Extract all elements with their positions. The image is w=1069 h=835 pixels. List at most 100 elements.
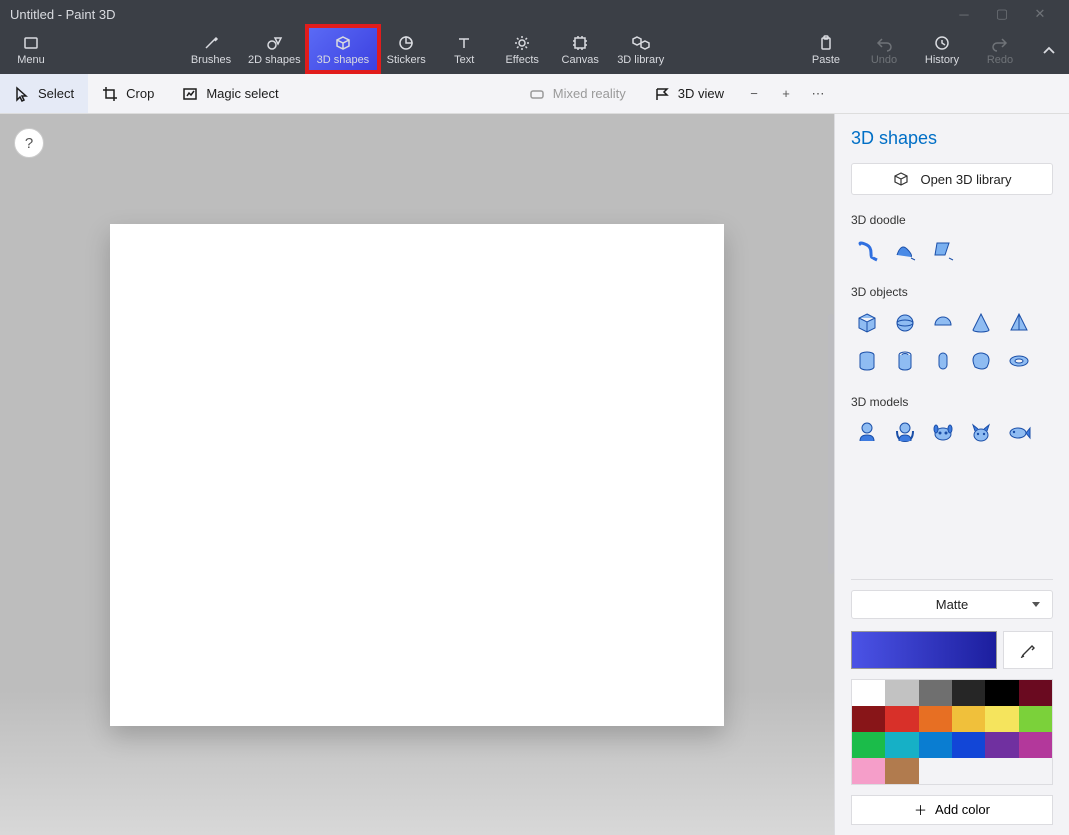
shapes2d-icon — [265, 34, 283, 52]
menu-label: Menu — [17, 54, 45, 66]
3d-shapes-tab[interactable]: 3D shapes — [309, 28, 378, 74]
capsule-tool[interactable] — [927, 345, 959, 377]
stickers-tab[interactable]: Stickers — [377, 28, 435, 74]
hemisphere-tool[interactable] — [927, 307, 959, 339]
effects-tab[interactable]: Effects — [493, 28, 551, 74]
magic-select-icon — [182, 86, 198, 102]
add-color-button[interactable]: ＋ Add color — [851, 795, 1053, 825]
maximize-button[interactable]: ▢ — [983, 0, 1021, 28]
minimize-button[interactable]: ─ — [945, 0, 983, 28]
color-swatch[interactable] — [852, 732, 885, 758]
stickers-label: Stickers — [387, 54, 426, 66]
3d-doodle-label: 3D doodle — [851, 213, 1053, 227]
cone-tool[interactable] — [965, 307, 997, 339]
main-area: ? 3D shapes Open 3D library 3D doodle 3D… — [0, 114, 1069, 835]
crop-tool[interactable]: Crop — [88, 74, 168, 113]
window-title: Untitled - Paint 3D — [10, 7, 116, 22]
color-swatch[interactable] — [919, 680, 952, 706]
sphere-tool[interactable] — [889, 307, 921, 339]
collapse-ribbon-button[interactable] — [1029, 28, 1069, 74]
open-library-label: Open 3D library — [920, 172, 1011, 187]
ribbon: Menu Brushes 2D shapes 3D shapes Sticker… — [0, 28, 1069, 74]
effects-icon — [513, 34, 531, 52]
mixed-reality-icon — [529, 86, 545, 102]
magic-select-tool[interactable]: Magic select — [168, 74, 292, 113]
color-palette — [851, 679, 1053, 785]
color-swatch[interactable] — [885, 758, 918, 784]
scrollbar[interactable] — [828, 314, 834, 574]
doodle-soft-tool[interactable] — [927, 235, 959, 267]
history-button[interactable]: History — [913, 28, 971, 74]
brush-icon — [202, 34, 220, 52]
man-model-tool[interactable] — [851, 417, 883, 449]
text-tab[interactable]: Text — [435, 28, 493, 74]
eyedropper-button[interactable] — [1003, 631, 1053, 669]
undo-label: Undo — [871, 54, 897, 66]
dog-model-tool[interactable] — [927, 417, 959, 449]
pyramid-tool[interactable] — [1003, 307, 1035, 339]
color-swatch[interactable] — [985, 706, 1018, 732]
color-swatch[interactable] — [852, 680, 885, 706]
color-swatch[interactable] — [1019, 732, 1052, 758]
2d-shapes-label: 2D shapes — [248, 54, 301, 66]
color-swatch[interactable] — [852, 706, 885, 732]
canvas-area[interactable]: ? — [0, 114, 834, 835]
open-3d-library-button[interactable]: Open 3D library — [851, 163, 1053, 195]
panel-title: 3D shapes — [851, 128, 1053, 149]
3d-view-label: 3D view — [678, 86, 724, 101]
text-icon — [455, 34, 473, 52]
3d-objects-label: 3D objects — [851, 285, 1053, 299]
color-swatch[interactable] — [885, 706, 918, 732]
current-color-swatch[interactable] — [851, 631, 997, 669]
brushes-tab[interactable]: Brushes — [182, 28, 240, 74]
zoom-out-button[interactable]: − — [738, 78, 770, 110]
library-label: 3D library — [617, 54, 664, 66]
mixed-reality-button[interactable]: Mixed reality — [515, 74, 640, 113]
cube-tool[interactable] — [851, 307, 883, 339]
select-tool[interactable]: Select — [0, 74, 88, 113]
more-button[interactable]: ⋯ — [802, 78, 834, 110]
chevron-up-icon — [1042, 44, 1056, 58]
color-swatch[interactable] — [952, 706, 985, 732]
library-icon — [632, 34, 650, 52]
plus-icon: ＋ — [914, 800, 927, 819]
undo-button[interactable]: Undo — [855, 28, 913, 74]
canvas[interactable] — [110, 224, 724, 726]
crop-label: Crop — [126, 86, 154, 101]
canvas-label: Canvas — [562, 54, 599, 66]
doodle-tube-tool[interactable] — [851, 235, 883, 267]
fish-model-tool[interactable] — [1003, 417, 1035, 449]
color-swatch[interactable] — [952, 732, 985, 758]
color-swatch[interactable] — [885, 680, 918, 706]
doodle-sharp-tool[interactable] — [889, 235, 921, 267]
material-label: Matte — [936, 597, 969, 612]
curved-cylinder-tool[interactable] — [965, 345, 997, 377]
material-select[interactable]: Matte — [851, 590, 1053, 619]
close-button[interactable]: ✕ — [1021, 0, 1059, 28]
color-swatch[interactable] — [985, 732, 1018, 758]
help-button[interactable]: ? — [14, 128, 44, 158]
color-swatch[interactable] — [1019, 680, 1052, 706]
cat-model-tool[interactable] — [965, 417, 997, 449]
color-swatch[interactable] — [1019, 706, 1052, 732]
color-swatch[interactable] — [919, 706, 952, 732]
3d-library-tab[interactable]: 3D library — [609, 28, 672, 74]
menu-button[interactable]: Menu — [0, 28, 62, 74]
canvas-tab[interactable]: Canvas — [551, 28, 609, 74]
cylinder-tool[interactable] — [851, 345, 883, 377]
torus-tool[interactable] — [1003, 345, 1035, 377]
paste-button[interactable]: Paste — [797, 28, 855, 74]
text-label: Text — [454, 54, 474, 66]
woman-model-tool[interactable] — [889, 417, 921, 449]
zoom-in-button[interactable]: + — [770, 78, 802, 110]
3d-view-button[interactable]: 3D view — [640, 74, 738, 113]
color-swatch[interactable] — [952, 680, 985, 706]
color-swatch[interactable] — [985, 680, 1018, 706]
color-swatch[interactable] — [852, 758, 885, 784]
2d-shapes-tab[interactable]: 2D shapes — [240, 28, 309, 74]
redo-button[interactable]: Redo — [971, 28, 1029, 74]
color-swatch[interactable] — [885, 732, 918, 758]
color-swatch[interactable] — [919, 732, 952, 758]
mixed-reality-label: Mixed reality — [553, 86, 626, 101]
tube2-tool[interactable] — [889, 345, 921, 377]
